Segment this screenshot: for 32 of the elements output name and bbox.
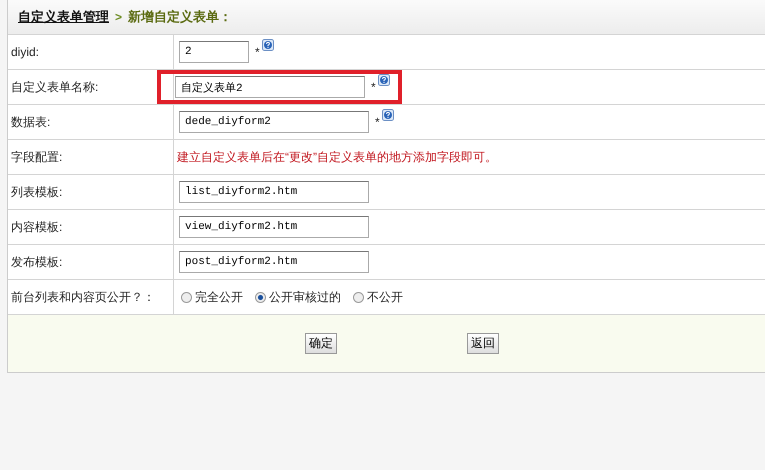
radio-label[interactable]: 不公开 [367,288,403,306]
breadcrumb-link[interactable]: 自定义表单管理 [18,8,109,26]
input-field[interactable]: dede_diyform2 [179,111,369,133]
field-label: 发布模板: [11,254,62,270]
field-label: 字段配置: [11,148,62,166]
input-field[interactable]: 自定义表单2 [175,76,365,98]
radio-button[interactable] [181,292,192,302]
help-icon[interactable] [382,109,394,121]
radio-label[interactable]: 公开审核过的 [269,288,341,306]
hint-text: 建立自定义表单后在“更改”自定义表单的地方添加字段即可。 [177,148,497,166]
field-label: 内容模板: [11,218,62,236]
confirm-button[interactable]: 确定 [305,333,337,354]
help-icon[interactable] [262,39,274,51]
field-label: 列表模板: [11,184,62,200]
breadcrumb-separator: > [115,10,122,24]
required-mark: * [375,115,380,129]
help-icon[interactable] [378,74,390,86]
field-label: 自定义表单名称: [11,78,98,96]
input-field[interactable]: view_diyform2.htm [179,216,369,238]
radio-button[interactable] [255,292,266,302]
radio-label[interactable]: 完全公开 [195,288,243,306]
input-field[interactable]: post_diyform2.htm [179,251,369,273]
input-field[interactable]: 2 [179,41,249,63]
field-label: 数据表: [11,114,50,130]
input-field[interactable]: list_diyform2.htm [179,181,369,203]
back-button[interactable]: 返回 [467,333,499,354]
field-label: 前台列表和内容页公开？： [11,288,155,306]
radio-button[interactable] [353,292,364,302]
required-mark: * [371,80,376,94]
field-label: diyid: [11,45,40,59]
page-title: 新增自定义表单： [128,8,232,26]
required-mark: * [255,45,260,59]
